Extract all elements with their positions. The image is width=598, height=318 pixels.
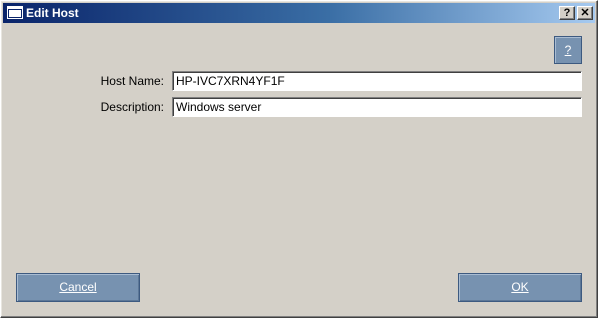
cancel-button[interactable]: Cancel (16, 273, 140, 302)
window-title: Edit Host (26, 6, 79, 20)
title-help-button[interactable]: ? (559, 6, 575, 20)
ok-button[interactable]: OK (458, 273, 582, 302)
title-bar[interactable]: Edit Host ? ✕ (3, 3, 595, 23)
edit-host-dialog: Edit Host ? ✕ ? Host Name: Description: … (0, 0, 598, 318)
close-button[interactable]: ✕ (577, 6, 593, 20)
description-input[interactable] (172, 97, 582, 117)
window-icon (7, 6, 23, 19)
host-name-input[interactable] (172, 71, 582, 91)
description-label: Description: (100, 100, 164, 114)
host-name-label: Host Name: (100, 74, 164, 88)
help-button[interactable]: ? (554, 36, 582, 64)
